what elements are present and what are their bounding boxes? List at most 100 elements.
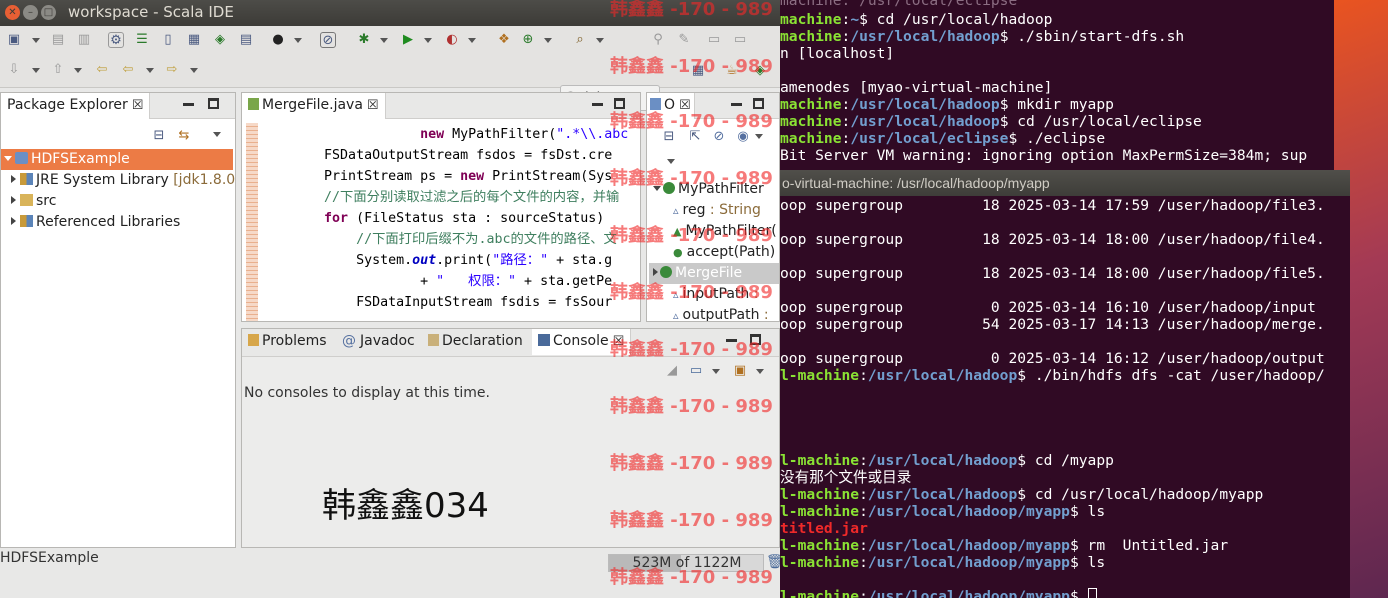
next-annotation-dropdown[interactable] xyxy=(74,68,82,73)
terminal-line: l-machine:/usr/local/hadoop/myapp$ ls xyxy=(780,554,1105,571)
search-icon[interactable]: ⚲ xyxy=(650,32,666,48)
view-menu-dropdown[interactable] xyxy=(213,132,221,137)
prev-annotation-dropdown[interactable] xyxy=(32,68,40,73)
debug-icon[interactable]: ✱ xyxy=(356,32,372,48)
coverage-icon[interactable]: ● xyxy=(270,32,286,48)
save-icon[interactable]: ▤ xyxy=(50,32,66,48)
open-type-dropdown[interactable] xyxy=(596,38,604,43)
skip-breakpoints-icon[interactable]: ⊘ xyxy=(320,32,336,48)
terminal-line-segment: $ mkdir myapp xyxy=(999,96,1114,113)
code-line-segment: "路径：" xyxy=(492,253,549,268)
tree-item-referenced-libraries[interactable]: Referenced Libraries xyxy=(1,212,180,233)
run-icon[interactable]: ▶ xyxy=(400,32,416,48)
code-line-segment: System. xyxy=(260,253,413,268)
perspective-icon[interactable]: ▤ xyxy=(238,32,254,48)
terminal-line-segment: : xyxy=(859,503,868,520)
last-edit-icon[interactable]: ⇦ xyxy=(94,62,110,78)
new-icon[interactable]: ▣ xyxy=(6,32,22,48)
link-editor-icon[interactable]: ⇆ xyxy=(176,128,192,144)
save-all-icon[interactable]: ▥ xyxy=(76,32,92,48)
terminal-line: l-machine:/usr/local/hadoop/myapp$ rm Un… xyxy=(780,537,1228,554)
author-signature: 韩鑫鑫034 xyxy=(322,486,489,526)
terminal-line-segment: $ cd /usr/local/hadoop/myapp xyxy=(1017,486,1264,503)
terminal-line-segment: $ rm Untitled.jar xyxy=(1069,537,1229,554)
terminal-line-segment: : xyxy=(841,11,851,28)
code-line: new MyPathFilter(".*\\.abc") xyxy=(260,125,628,145)
tree-item-jre[interactable]: JRE System Library [jdk1.8.0_ xyxy=(1,170,235,191)
new-package-icon[interactable]: ❖ xyxy=(496,32,512,48)
outline-item-outputpath[interactable]: ▵ outputPath : xyxy=(673,305,769,321)
next-annotation-icon[interactable]: ⇧ xyxy=(50,62,66,78)
external-tools-icon[interactable]: ◐ xyxy=(444,32,460,48)
tree-item-src[interactable]: src xyxy=(1,191,56,212)
tree-project-hdfsexample[interactable]: HDFSExample xyxy=(1,149,233,170)
coverage-dropdown[interactable] xyxy=(294,38,302,43)
tab-package-explorer[interactable]: Package Explorer ☒ xyxy=(1,93,151,119)
tab-declaration[interactable]: Declaration xyxy=(422,329,529,355)
tab-javadoc[interactable]: @ Javadoc xyxy=(336,329,421,355)
terminal-line-segment: $ cd /usr/local/eclipse xyxy=(999,113,1202,130)
back-icon[interactable]: ⇦ xyxy=(120,62,136,78)
code-line: FSDataInputStream fsdis = fsSour xyxy=(260,293,612,313)
terminal-line-segment: $ cd /usr/local/hadoop xyxy=(859,11,1053,28)
editor-tab-label: MergeFile.java xyxy=(262,97,363,113)
open-console-icon[interactable]: ▣ xyxy=(732,363,748,379)
terminal-line-segment: oop supergroup 54 2025-03-17 14:13 /user… xyxy=(780,316,1325,333)
minimize-icon[interactable] xyxy=(183,103,194,106)
display-console-dropdown[interactable] xyxy=(712,369,720,374)
debug-dropdown[interactable] xyxy=(380,38,388,43)
terminal-line: l-machine:/usr/local/hadoop$ cd /myapp xyxy=(780,452,1114,469)
open-type-icon[interactable]: ⌕ xyxy=(572,32,588,48)
terminal-line: Bit Server VM warning: ignoring option M… xyxy=(780,147,1307,164)
collapsed-icon xyxy=(11,217,16,225)
tab-mergefile-java[interactable]: MergeFile.java ☒ xyxy=(242,93,386,119)
terminal-output: oop supergroup 18 2025-03-14 17:59 /user… xyxy=(780,197,1350,598)
tab-problems[interactable]: Problems xyxy=(242,329,333,355)
status-selected-project: HDFSExample xyxy=(0,550,99,566)
scala-doc-icon[interactable]: ▯ xyxy=(160,32,176,48)
minimize-icon[interactable] xyxy=(731,103,742,106)
collapsed-icon xyxy=(11,175,16,183)
terminal-line-segment: $ xyxy=(1069,588,1088,598)
maximize-button[interactable]: □ xyxy=(41,5,56,20)
prev-annotation-icon[interactable]: ⇩ xyxy=(6,62,22,78)
external-tools-dropdown[interactable] xyxy=(468,38,476,43)
terminal-window[interactable]: o-virtual-machine: /usr/local/hadoop/mya… xyxy=(780,170,1350,598)
pen-icon[interactable]: ✎ xyxy=(676,32,692,48)
new-class-icon[interactable]: ⊕ xyxy=(520,32,536,48)
pin-console-icon[interactable]: ◢ xyxy=(664,363,680,379)
editor-icon[interactable]: ▦ xyxy=(186,32,202,48)
annotation-icon[interactable]: ▭ xyxy=(706,32,722,48)
terminal-line-segment: titled.jar xyxy=(780,520,868,537)
display-console-icon[interactable]: ▭ xyxy=(688,363,704,379)
code-line-segment xyxy=(260,211,324,226)
debug-view-icon[interactable]: ◈ xyxy=(212,32,228,48)
code-line-segment: //下面分别读取过滤之后的每个文件的内容，并输 xyxy=(260,190,620,205)
tasks-icon[interactable]: ▭ xyxy=(732,32,748,48)
collapse-all-icon[interactable]: ⊟ xyxy=(151,128,167,144)
terminal-line-segment: l-machine xyxy=(780,503,860,520)
terminal-window-back[interactable]: machine: /usr/local/eclipse machine:~$ c… xyxy=(780,0,1334,170)
back-dropdown[interactable] xyxy=(146,68,154,73)
layout-icon[interactable]: ☰ xyxy=(134,32,150,48)
declaration-icon xyxy=(428,334,439,346)
open-console-dropdown[interactable] xyxy=(756,369,764,374)
code-area[interactable]: new MyPathFilter(".*\\.abc") FSDataOutpu… xyxy=(260,125,628,321)
forward-icon[interactable]: ⇨ xyxy=(164,62,180,78)
maximize-icon[interactable] xyxy=(208,98,219,109)
minimize-button[interactable]: – xyxy=(23,5,38,20)
outline-view-menu[interactable] xyxy=(755,134,763,139)
run-dropdown[interactable] xyxy=(424,38,432,43)
build-icon[interactable]: ⚙ xyxy=(108,32,124,48)
minimize-icon[interactable] xyxy=(592,103,603,106)
close-icon[interactable]: ☒ xyxy=(367,98,379,113)
new-class-dropdown[interactable] xyxy=(544,38,552,43)
outline-item-reg[interactable]: ▵ reg : String xyxy=(673,200,761,221)
code-line-segment: " 权限：" xyxy=(436,274,517,289)
collapsed-icon xyxy=(653,268,658,276)
terminal-line-segment: oop supergroup 18 2025-03-14 18:00 /user… xyxy=(780,231,1325,248)
close-button[interactable]: ✕ xyxy=(5,5,20,20)
forward-dropdown[interactable] xyxy=(190,68,198,73)
new-dropdown[interactable] xyxy=(32,38,40,43)
close-icon[interactable]: ☒ xyxy=(132,98,144,113)
